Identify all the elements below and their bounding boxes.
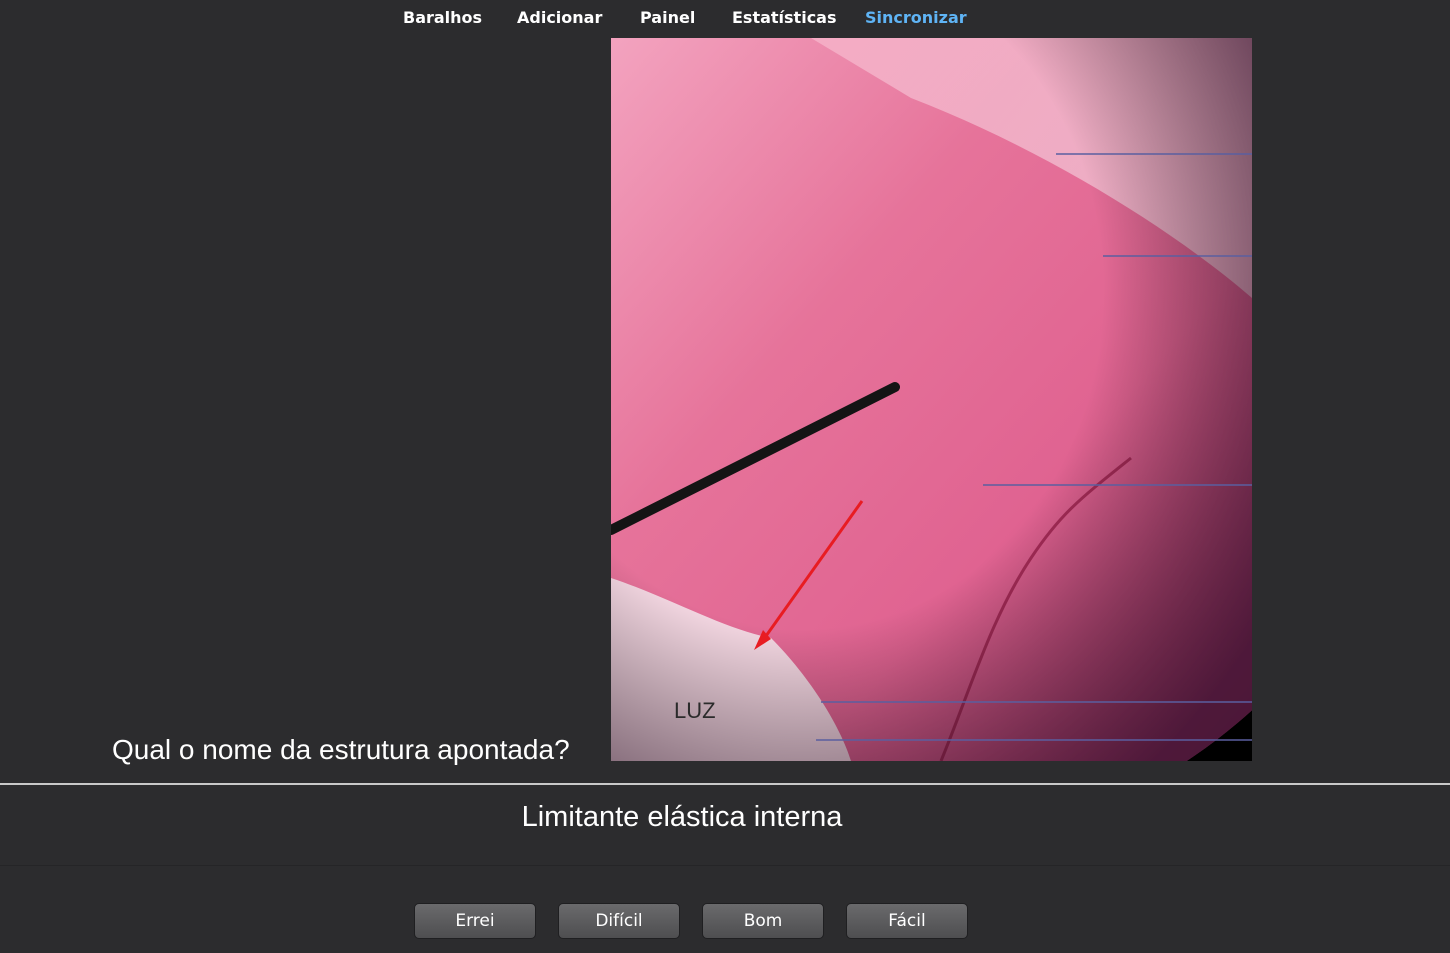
- easy-button[interactable]: Fácil: [846, 903, 968, 939]
- nav-adicionar[interactable]: Adicionar: [517, 8, 602, 27]
- luz-label: LUZ: [674, 698, 716, 723]
- answer-text: Limitante elástica interna: [521, 801, 843, 833]
- hard-button[interactable]: Difícil: [558, 903, 680, 939]
- nav-sincronizar[interactable]: Sincronizar: [865, 8, 967, 27]
- question-text: Qual o nome da estrutura apontada?: [112, 734, 570, 765]
- answer-divider: [0, 783, 1450, 785]
- microscope-image: LUZ: [611, 38, 1252, 761]
- nav-estatisticas[interactable]: Estatísticas: [732, 8, 837, 27]
- again-button[interactable]: Errei: [414, 903, 536, 939]
- nav-baralhos[interactable]: Baralhos: [403, 8, 482, 27]
- top-navigation: Baralhos Adicionar Painel Estatísticas S…: [0, 0, 1450, 36]
- histology-micrograph: LUZ: [611, 38, 1252, 761]
- nav-painel[interactable]: Painel: [640, 8, 695, 27]
- good-button[interactable]: Bom: [702, 903, 824, 939]
